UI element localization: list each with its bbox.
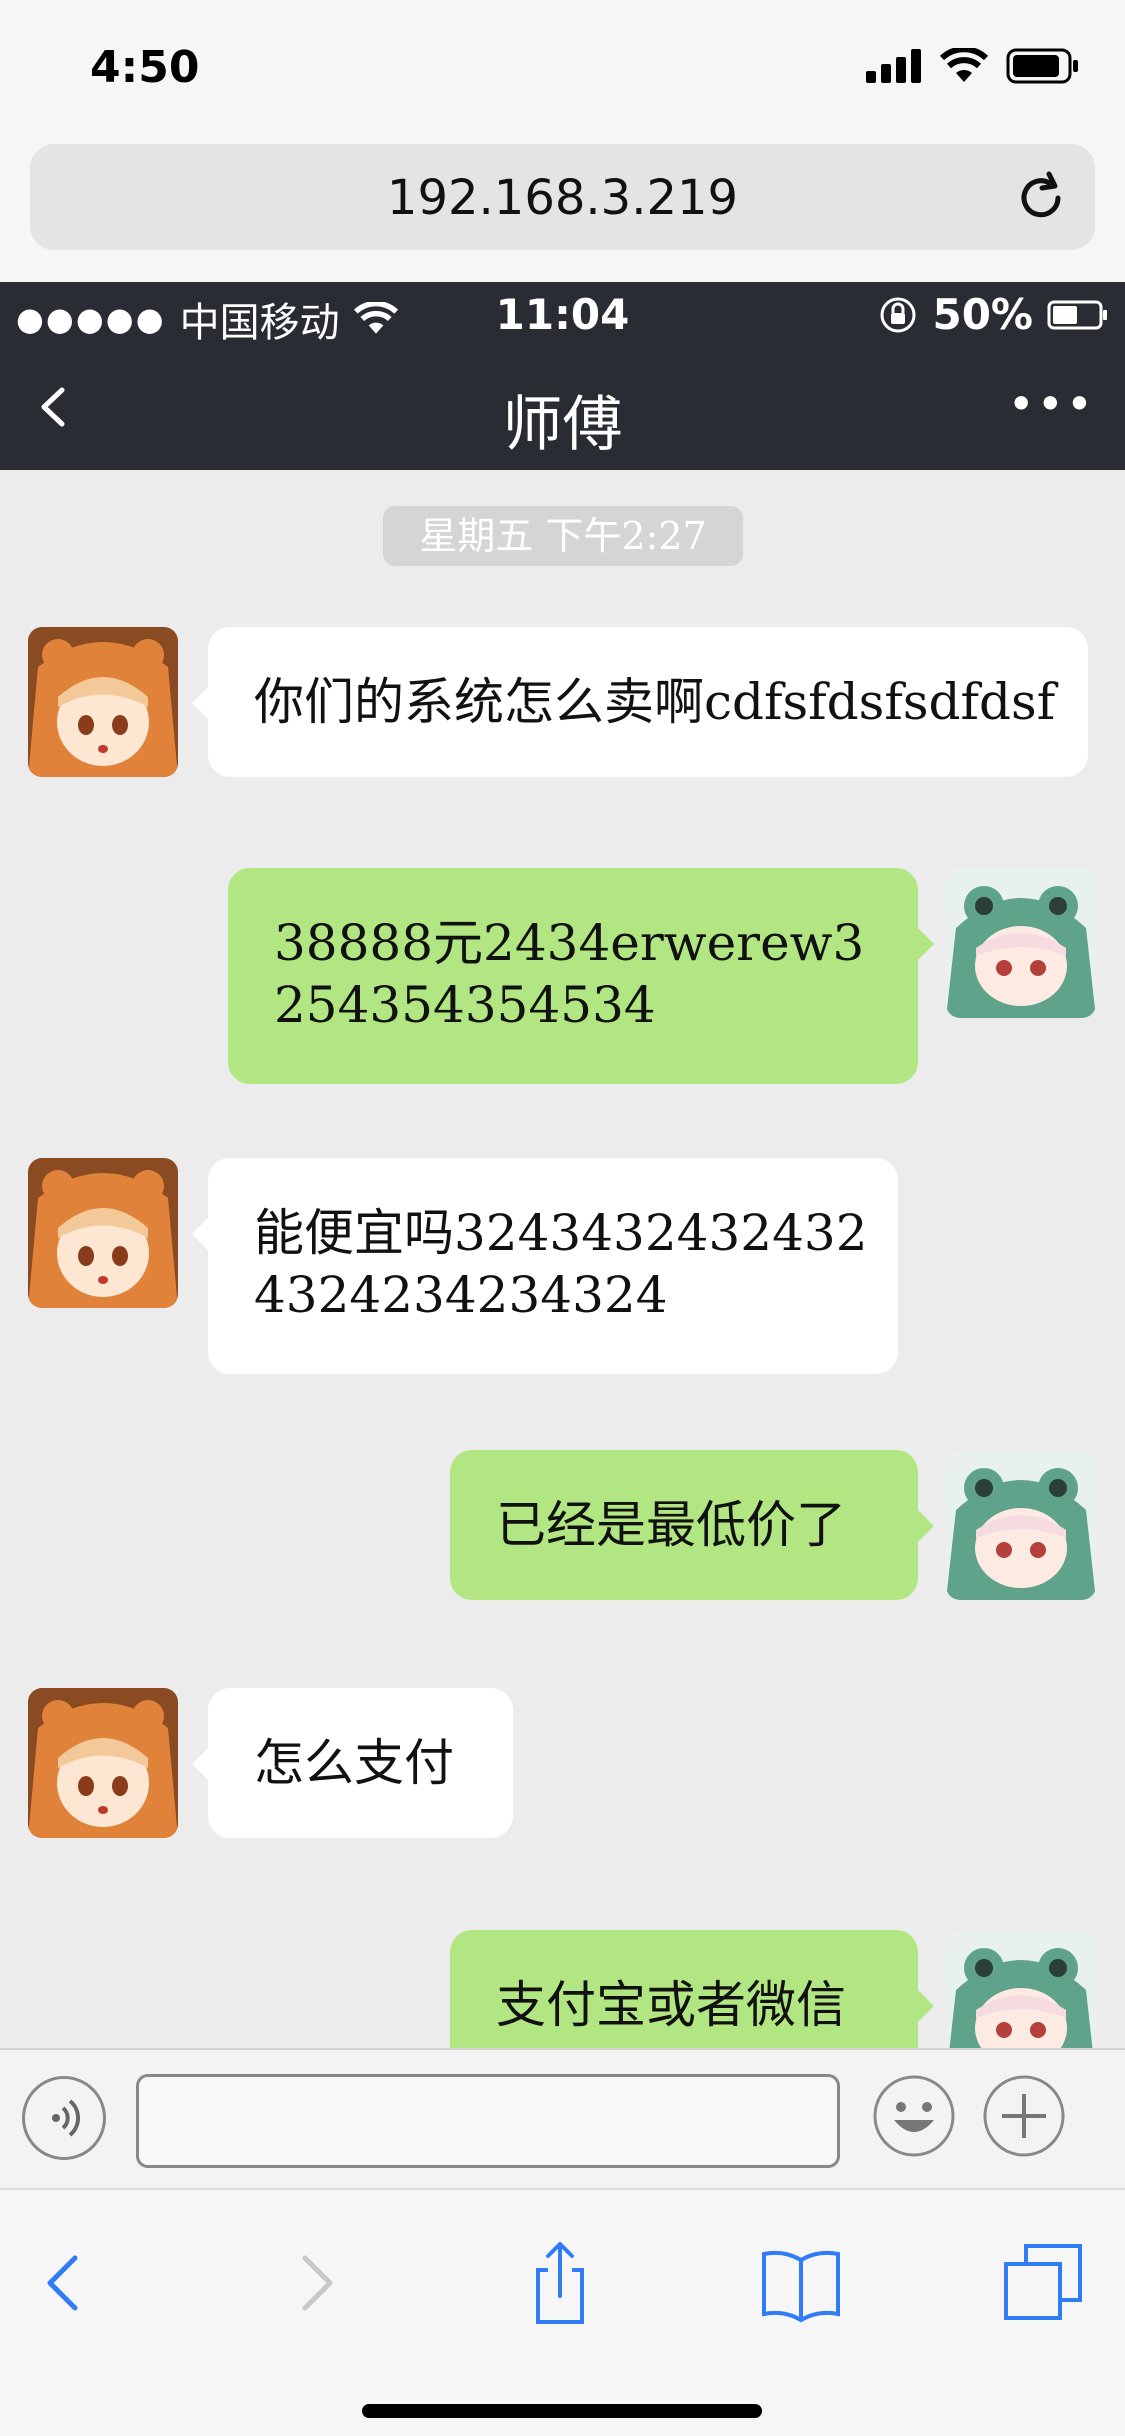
rotation-lock-icon (880, 297, 916, 332)
battery-icon (1047, 300, 1107, 329)
message-bubble-received[interactable]: 能便宜吗32434324324324324234234324 (192, 1158, 898, 1374)
self-avatar[interactable] (946, 1450, 1096, 1600)
share-icon[interactable] (515, 2238, 605, 2328)
message-bubble-received[interactable]: 怎么支付 (192, 1688, 513, 1838)
message-timestamp: 星期五 下午2:27 (383, 506, 743, 566)
chat-title: 师傅 (502, 390, 623, 460)
message-input-bar (0, 2048, 1125, 2188)
safari-url-bar: 192.168.3.219 (0, 140, 1125, 282)
inner-status-right: 50% (878, 290, 1109, 339)
ios-status-bar: 4:50 (0, 0, 1125, 140)
plus-icon[interactable] (982, 2074, 1066, 2158)
message-bubble-sent[interactable]: 支付宝或者微信 (450, 1930, 934, 2048)
contact-avatar[interactable] (28, 627, 178, 777)
message-bubble-sent[interactable]: 38888元2434erwerew3254354354534 (228, 868, 934, 1084)
self-avatar[interactable] (946, 1930, 1096, 2048)
message-bubble-sent[interactable]: 已经是最低价了 (450, 1450, 934, 1600)
message-bubble-received[interactable]: 你们的系统怎么卖啊cdfsfdsfsdfdsf (192, 627, 1088, 777)
ios-status-icons (866, 48, 1080, 84)
more-options-icon[interactable]: ••• (1008, 381, 1095, 427)
chat-messages[interactable]: 星期五 下午2:27 你们的系统怎么卖啊cdfsfdsfsdfdsf 38888… (0, 470, 1125, 2048)
back-icon[interactable] (20, 2238, 110, 2328)
contact-avatar[interactable] (28, 1158, 178, 1308)
wifi-icon (940, 48, 988, 82)
cellular-signal-icon (866, 49, 921, 83)
emoji-icon[interactable] (872, 2074, 956, 2158)
voice-input-button[interactable] (22, 2076, 106, 2160)
contact-avatar[interactable] (28, 1688, 178, 1838)
url-text: 192.168.3.219 (386, 170, 739, 226)
address-field[interactable]: 192.168.3.219 (30, 144, 1095, 250)
ios-clock: 4:50 (90, 42, 200, 93)
forward-icon[interactable] (270, 2238, 360, 2328)
bookmarks-icon[interactable] (756, 2238, 846, 2328)
battery-percent: 50% (932, 290, 1033, 339)
battery-icon (1006, 48, 1078, 84)
tabs-icon[interactable] (1000, 2238, 1090, 2328)
self-avatar[interactable] (946, 868, 1096, 1018)
chat-header: 师傅 ••• (0, 346, 1125, 470)
inner-status-bar: ●●●●● 中国移动 11:04 50% (0, 282, 1125, 346)
reload-icon[interactable] (1013, 170, 1069, 226)
safari-toolbar (0, 2188, 1125, 2436)
message-text-input[interactable] (136, 2074, 840, 2168)
home-indicator (362, 2404, 762, 2418)
voice-icon (52, 2099, 81, 2137)
